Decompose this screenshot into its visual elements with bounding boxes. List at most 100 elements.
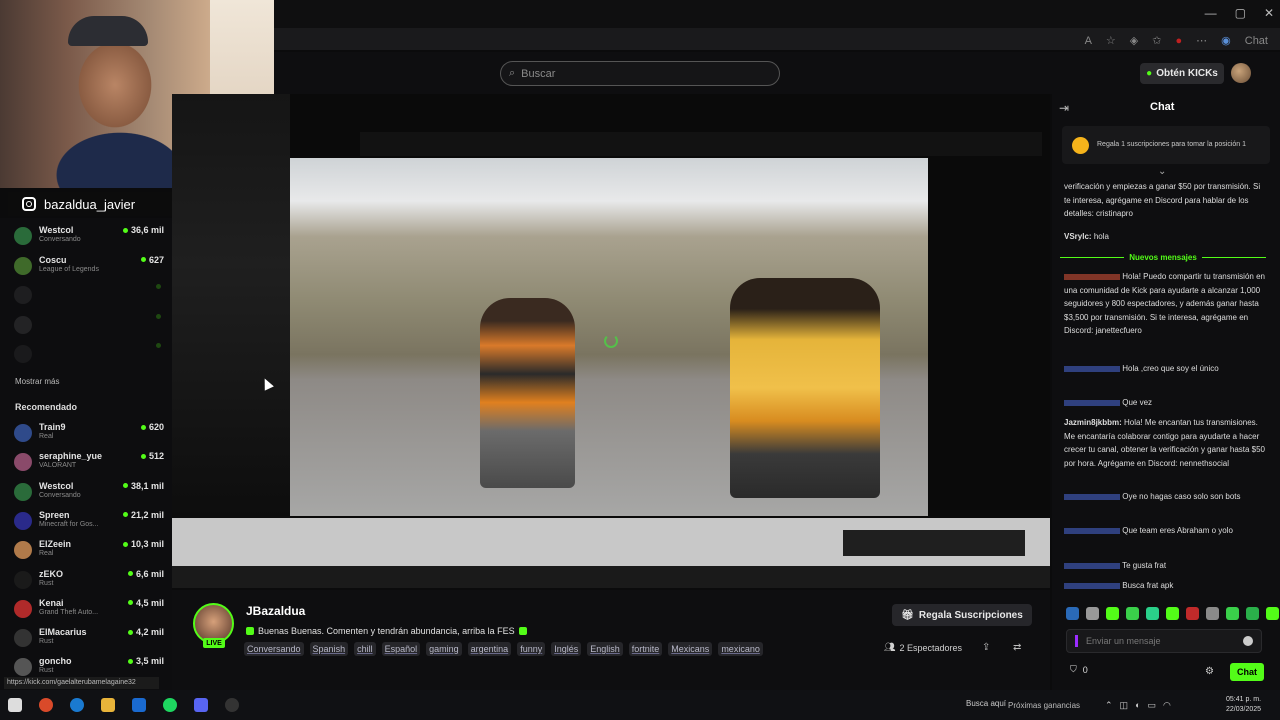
outlook-icon[interactable] [132, 698, 146, 712]
emote-icon[interactable] [1226, 607, 1239, 620]
stream-tag[interactable]: funny [517, 642, 546, 656]
collapse-chat-icon[interactable]: ⇥ [1059, 101, 1069, 115]
menu-dots-icon[interactable]: ⋯ [1196, 34, 1207, 47]
stream-tag[interactable]: Mexicans [668, 642, 713, 656]
chat-message-input[interactable]: Enviar un mensaje [1066, 629, 1262, 653]
maximize-icon[interactable]: ▢ [1235, 6, 1246, 20]
sidebar-channel-item[interactable] [14, 284, 164, 308]
chevron-down-icon[interactable]: ⌄ [1158, 166, 1166, 177]
show-more-link[interactable]: Mostrar más [15, 377, 59, 386]
stream-tag[interactable]: Inglés [551, 642, 582, 656]
gift-label: Regala Suscripciones [918, 609, 1023, 621]
video-overlay-button[interactable] [843, 530, 1025, 556]
get-kicks-button[interactable]: ● Obtén KICKs [1140, 63, 1224, 84]
video-controls-bar[interactable] [172, 566, 1050, 588]
sidebar-channel-item[interactable] [14, 313, 164, 338]
chat-username[interactable]: Jazmin8jkbbm: [1064, 418, 1122, 427]
sidebar-channel-elzeein[interactable]: ElZeein Real 10,3 mil [14, 539, 164, 563]
emote-icon[interactable] [1186, 607, 1199, 620]
live-dot-icon [140, 257, 146, 262]
emoji-picker-icon[interactable] [1243, 636, 1253, 646]
chat-message-text: hola [1093, 232, 1109, 241]
stream-tag[interactable]: gaming [426, 642, 462, 656]
more-options-icon[interactable]: ⇄ [1013, 642, 1021, 653]
sidebar-channel-elmacarius[interactable]: ElMacarius Rust 4,2 mil [14, 627, 164, 651]
chat-settings-icon[interactable]: ⚙ [1205, 666, 1214, 677]
edge-icon[interactable] [70, 698, 84, 712]
stream-tag[interactable]: fortnite [628, 642, 663, 656]
emote-icon[interactable] [1206, 607, 1219, 620]
pinned-text: Regala 1 suscripciones para tomar la pos… [1097, 141, 1247, 148]
emote-icon[interactable] [1106, 607, 1119, 620]
network-icon[interactable]: ◫ [1120, 700, 1129, 711]
stream-tag[interactable]: Español [381, 642, 421, 656]
windows-start-icon[interactable] [8, 698, 22, 712]
translate-icon[interactable]: A [1085, 35, 1092, 47]
emote-icon[interactable] [1166, 607, 1179, 620]
live-dot-icon [127, 571, 133, 576]
chevron-up-icon[interactable]: ⌃ [1105, 700, 1113, 711]
stream-tag[interactable]: argentina [467, 642, 512, 656]
taskbar-search[interactable]: Busca aquí [966, 699, 1006, 708]
sidebar-channel-seraphine_yue[interactable]: seraphine_yue VALORANT 512 [14, 451, 164, 475]
stream-title: Buenas Buenas. Comenten y tendrán abunda… [246, 626, 527, 636]
browser-chat-label[interactable]: Chat [1245, 35, 1268, 47]
discord-icon[interactable] [194, 698, 208, 712]
sidebar-channel-coscu[interactable]: Coscu League of Legends 627 [14, 255, 164, 279]
gift-subscriptions-button[interactable]: 🎁︎ Regala Suscripciones [892, 604, 1032, 626]
share-icon[interactable]: ⇪ [982, 642, 990, 653]
record-icon[interactable]: ● [1175, 35, 1182, 47]
sidebar-channel-item[interactable] [14, 343, 164, 367]
sidebar-channel-zeko[interactable]: zEKO Rust 6,6 mil [14, 569, 164, 593]
pinned-gift-banner[interactable]: Regala 1 suscripciones para tomar la pos… [1062, 126, 1270, 164]
obs-icon[interactable] [225, 698, 239, 712]
chat-username-blurred[interactable] [1064, 273, 1120, 280]
battery-icon[interactable]: ▭ [1148, 700, 1157, 711]
close-icon[interactable]: ✕ [1264, 6, 1274, 20]
sidebar-channel-westcol[interactable]: Westcol Conversando 36,6 mil [14, 225, 164, 249]
emote-icon[interactable] [1126, 607, 1139, 620]
taskbar-clock[interactable]: 05:41 p. m. 22/03/2025 [1226, 695, 1261, 715]
volume-icon[interactable]: ◐ [1135, 700, 1140, 711]
stream-tag[interactable]: Conversando [244, 642, 304, 656]
sidebar-channel-kenai[interactable]: Kenai Grand Theft Auto... 4,5 mil [14, 598, 164, 622]
stream-tag[interactable]: English [587, 642, 623, 656]
stream-tag[interactable]: Spanish [309, 642, 349, 656]
sidebar-channel-spreen[interactable]: Spreen Minecraft for Gos... 21,2 mil [14, 510, 164, 534]
stream-tag[interactable]: chill [354, 642, 376, 656]
file-explorer-icon[interactable] [101, 698, 115, 712]
spotify-icon[interactable] [163, 698, 177, 712]
extensions-icon[interactable]: ◈ [1130, 34, 1138, 47]
channel-avatar [14, 570, 32, 589]
chat-username-blurred[interactable] [1064, 582, 1120, 589]
taskbar-news-widget[interactable]: Próximas ganancias [1008, 701, 1080, 710]
emote-icon[interactable] [1066, 607, 1079, 620]
channel-category: Real [39, 433, 54, 440]
streamer-name[interactable]: JBazaldua [246, 604, 305, 618]
send-chat-button[interactable]: Chat [1230, 663, 1264, 681]
favorites-icon[interactable]: ✩ [1152, 34, 1161, 47]
chat-username[interactable]: VSrylc: [1064, 232, 1092, 241]
sidebar-channel-train9[interactable]: Train9 Real 620 [14, 422, 164, 446]
chat-message: Que vez [1064, 396, 1266, 410]
sidebar-channel-westcol[interactable]: Westcol Conversando 38,1 mil [14, 481, 164, 505]
chat-username-blurred[interactable] [1064, 399, 1120, 406]
chat-username-blurred[interactable] [1064, 365, 1120, 372]
emote-icon[interactable] [1246, 607, 1259, 620]
emote-icon[interactable] [1266, 607, 1279, 620]
user-avatar[interactable] [1231, 63, 1251, 83]
chat-username-blurred[interactable] [1064, 562, 1120, 569]
emote-icon[interactable] [1146, 607, 1159, 620]
search-input[interactable]: ⌕ Buscar [500, 61, 780, 86]
star-icon[interactable]: ☆ [1106, 34, 1116, 47]
stream-tag[interactable]: mexicano [718, 642, 763, 656]
copilot-icon[interactable]: ◉ [1221, 34, 1231, 47]
chat-username-blurred[interactable] [1064, 493, 1120, 500]
channel-points[interactable]: ⛉ 0 [1070, 664, 1088, 675]
chat-username-blurred[interactable] [1064, 527, 1120, 534]
emote-icon[interactable] [1086, 607, 1099, 620]
chrome-icon[interactable] [39, 698, 53, 712]
wifi-icon[interactable]: ◠ [1163, 700, 1171, 711]
status-bar-url: https://kick.com/gaelalterubamelagaine32 [4, 677, 159, 689]
minimize-icon[interactable]: — [1205, 6, 1217, 20]
